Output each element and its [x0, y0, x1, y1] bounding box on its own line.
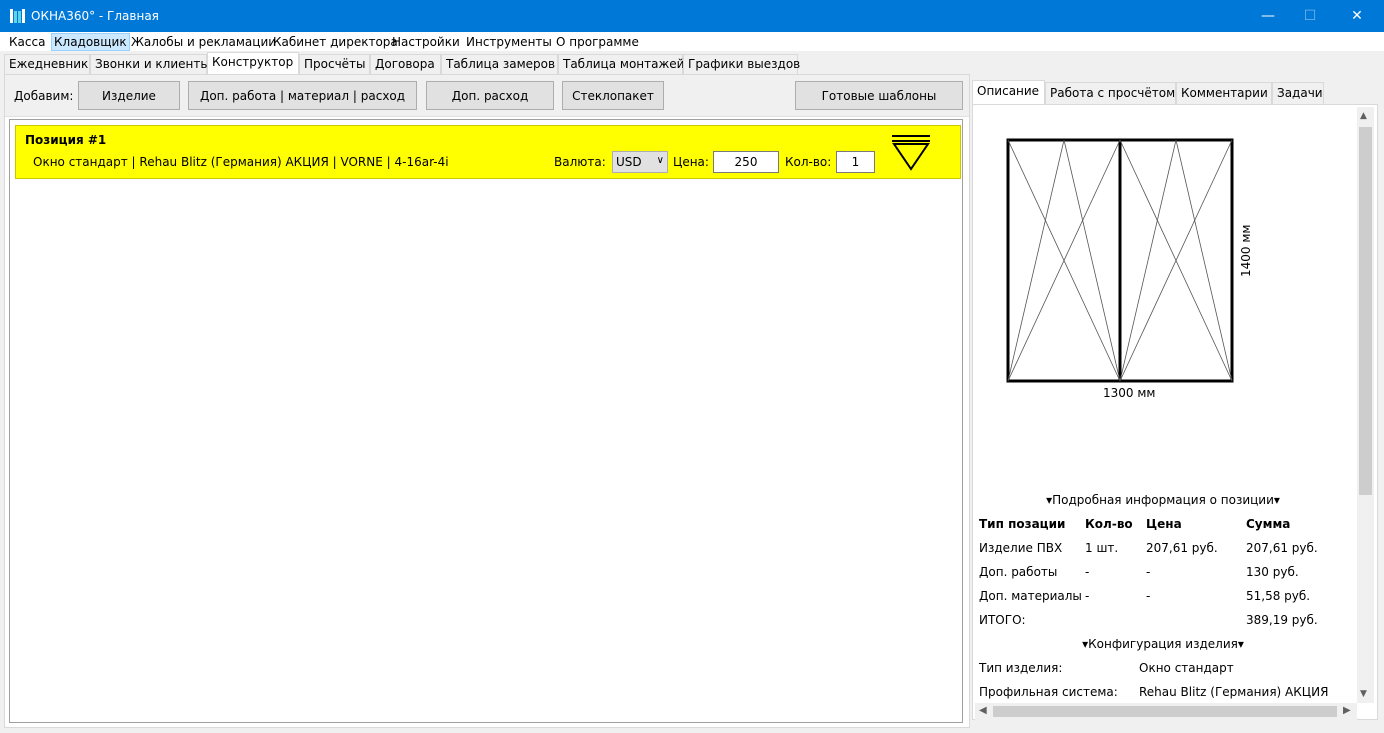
tab-contracts[interactable]: Договора [370, 54, 441, 74]
row1-type: Изделие ПВХ [979, 541, 1063, 555]
tab-tasks[interactable]: Задачи [1272, 82, 1324, 104]
tab-estimates[interactable]: Просчёты [299, 54, 370, 74]
price-input[interactable]: 250 [713, 151, 779, 173]
add-product-button[interactable]: Изделие [78, 81, 180, 110]
config-profile-label: Профильная система: [979, 685, 1118, 699]
total-value: 389,19 руб. [1246, 613, 1318, 627]
scroll-left-icon[interactable]: ◀ [979, 705, 987, 716]
menu-bar: Касса Кладовщик Жалобы и рекламации Каби… [0, 32, 1384, 52]
menu-kassa[interactable]: Касса [7, 34, 47, 50]
vertical-scrollbar[interactable]: ▲ ▼ [1357, 107, 1374, 703]
chevron-down-icon: ∨ [656, 155, 664, 166]
window-sketch: 1300 мм 1400 мм [1006, 138, 1253, 400]
positions-list: Позиция #1 Окно стандарт | Rehau Blitz (… [9, 119, 963, 723]
horizontal-scroll-thumb[interactable] [993, 706, 1337, 717]
minimize-icon: — [1261, 8, 1275, 24]
ready-templates-button[interactable]: Готовые шаблоны [795, 81, 963, 110]
menu-storekeeper[interactable]: Кладовщик [51, 33, 130, 51]
currency-select[interactable]: USD ∨ [612, 151, 668, 173]
menu-complaints[interactable]: Жалобы и рекламации [129, 34, 278, 50]
position-title: Позиция #1 [25, 133, 107, 147]
info-panel: Описание Работа с просчётом Комментарии … [970, 80, 1380, 728]
tab-calls-clients[interactable]: Звонки и клиенты [90, 54, 210, 74]
row1-qty: 1 шт. [1085, 541, 1119, 555]
currency-value: USD [616, 155, 642, 169]
toolbar: Добавим: Изделие Доп. работа | материал … [5, 75, 969, 117]
th-price: Цена [1146, 517, 1182, 531]
add-label: Добавим: [14, 89, 74, 103]
sketch-width-label: 1300 мм [1103, 386, 1155, 400]
row3-sum: 51,58 руб. [1246, 589, 1311, 603]
row1-sum: 207,61 руб. [1246, 541, 1318, 555]
menu-tools[interactable]: Инструменты [464, 34, 554, 50]
vertical-scroll-thumb[interactable] [1359, 127, 1372, 495]
app-logo-icon [10, 9, 25, 23]
config-type-label: Тип изделия: [979, 661, 1063, 675]
position-description: Окно стандарт | Rehau Blitz (Германия) А… [33, 155, 449, 169]
horizontal-scrollbar[interactable]: ◀ ▶ [975, 703, 1357, 720]
tab-estimate-work[interactable]: Работа с просчётом [1045, 82, 1176, 104]
th-sum: Сумма [1246, 517, 1291, 531]
row2-sum: 130 руб. [1246, 565, 1299, 579]
add-extra-work-button[interactable]: Доп. работа | материал | расход [188, 81, 417, 110]
sketch-height-label: 1400 мм [1239, 225, 1253, 277]
row3-qty: - [1085, 589, 1090, 603]
details-section-title[interactable]: ▾Подробная информация о позиции▾ [973, 493, 1353, 507]
constructor-panel: Добавим: Изделие Доп. работа | материал … [4, 74, 970, 728]
config-type-value: Окно стандарт [1139, 661, 1234, 675]
menu-director[interactable]: Кабинет директора [271, 34, 400, 50]
currency-label: Валюта: [554, 155, 606, 169]
add-extra-cost-button[interactable]: Доп. расход [426, 81, 554, 110]
tab-comments[interactable]: Комментарии [1176, 82, 1272, 104]
window-title: ОКНА360° - Главная [31, 9, 159, 23]
tab-schedules[interactable]: Графики выездов [683, 54, 800, 74]
tab-measurements[interactable]: Таблица замеров [441, 54, 558, 74]
tab-diary[interactable]: Ежедневник [4, 54, 90, 74]
scroll-down-icon[interactable]: ▼ [1360, 689, 1367, 699]
tab-description[interactable]: Описание [972, 80, 1045, 104]
tab-constructor[interactable]: Конструктор [207, 52, 299, 74]
close-button[interactable]: ✕ [1334, 0, 1380, 32]
qty-input[interactable]: 1 [836, 151, 875, 173]
tab-installations[interactable]: Таблица монтажей [558, 54, 684, 74]
row3-price: - [1146, 589, 1151, 603]
collapse-icon[interactable] [892, 134, 930, 172]
close-icon: ✕ [1351, 8, 1363, 24]
add-glass-unit-button[interactable]: Стеклопакет [562, 81, 664, 110]
qty-label: Кол-во: [785, 155, 832, 169]
row2-price: - [1146, 565, 1151, 579]
row2-qty: - [1085, 565, 1090, 579]
scroll-up-icon[interactable]: ▲ [1360, 111, 1367, 121]
price-label: Цена: [673, 155, 709, 169]
th-qty: Кол-во [1085, 517, 1133, 531]
config-profile-value: Rehau Blitz (Германия) АКЦИЯ [1139, 685, 1329, 699]
config-section-title[interactable]: ▾Конфигурация изделия▾ [973, 637, 1353, 651]
title-bar: ОКНА360° - Главная — ☐ ✕ [0, 0, 1384, 32]
row2-type: Доп. работы [979, 565, 1058, 579]
menu-about[interactable]: О программе [554, 34, 641, 50]
position-card[interactable]: Позиция #1 Окно стандарт | Rehau Blitz (… [15, 125, 961, 179]
minimize-button[interactable]: — [1245, 0, 1291, 32]
maximize-button[interactable]: ☐ [1287, 0, 1333, 32]
main-tabs: Ежедневник Звонки и клиенты Конструктор … [0, 52, 1384, 74]
row3-type: Доп. материалы [979, 589, 1082, 603]
maximize-icon: ☐ [1303, 8, 1317, 24]
row1-price: 207,61 руб. [1146, 541, 1218, 555]
total-label: ИТОГО: [979, 613, 1026, 627]
description-content: 1300 мм 1400 мм ▾Подробная информация о … [972, 104, 1378, 720]
th-type: Тип позации [979, 517, 1066, 531]
menu-settings[interactable]: Настройки [390, 34, 462, 50]
scroll-right-icon[interactable]: ▶ [1343, 705, 1351, 716]
